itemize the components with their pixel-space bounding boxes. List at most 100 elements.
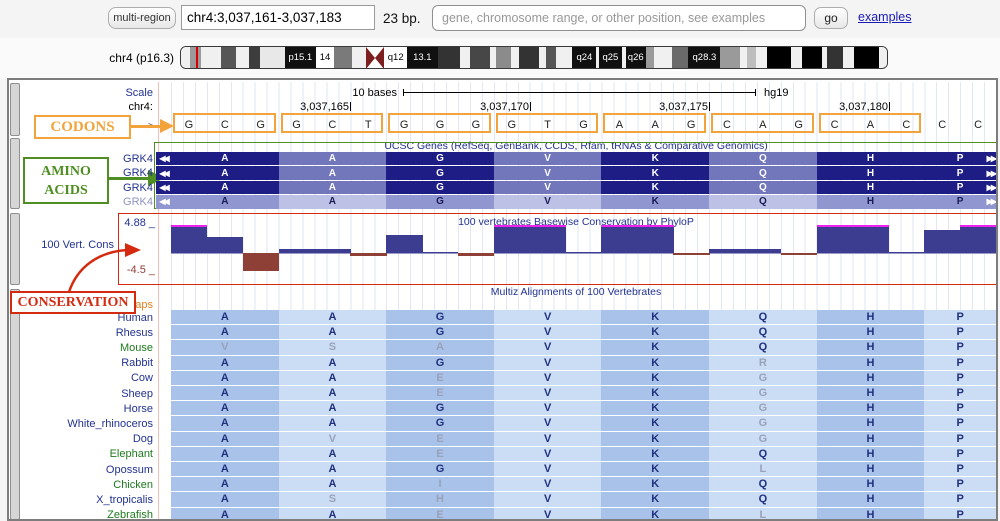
codon-highlight-box xyxy=(281,113,384,133)
species-label: Rhesus xyxy=(9,327,153,339)
position-input[interactable] xyxy=(181,5,375,30)
alignment-amino-acid-cell: P xyxy=(924,477,996,492)
gene-exon-row[interactable]: ◀◀AAGVKQHP▶▶ xyxy=(156,181,996,194)
chromosome-band xyxy=(646,47,654,68)
chromosome-band xyxy=(546,47,557,68)
alignment-amino-acid-cell: V xyxy=(494,477,602,492)
alignment-amino-acid-cell: G xyxy=(709,416,817,431)
conservation-clip-cap xyxy=(494,225,530,228)
alignment-amino-acid-cell: A xyxy=(171,477,279,492)
chromosome-band xyxy=(791,47,802,68)
coordinate-tick xyxy=(350,102,351,111)
chromosome-band-q25: q25 xyxy=(599,47,622,68)
gene-amino-acid-cell: Q xyxy=(709,181,817,194)
multi-region-button[interactable]: multi-region xyxy=(108,7,176,29)
chromosome-band xyxy=(740,47,747,68)
gene-exon-row[interactable]: ◀◀AAGVKQHP▶▶ xyxy=(156,195,996,208)
conservation-bar-positive xyxy=(709,249,745,253)
gene-row-label[interactable]: GRK4 xyxy=(9,153,153,165)
species-alignment-row: AAGVKGHP xyxy=(171,416,996,431)
alignment-amino-acid-cell: Q xyxy=(709,340,817,355)
scale-bar xyxy=(403,89,756,96)
alignment-amino-acid-cell: V xyxy=(494,386,602,401)
alignment-amino-acid-cell: H xyxy=(817,492,925,507)
alignment-amino-acid-cell: H xyxy=(817,416,925,431)
alignment-amino-acid-cell: H xyxy=(817,477,925,492)
gene-amino-acid-cell: V xyxy=(494,181,602,194)
chromosome-ideogram[interactable]: p15.114q1213.1q24q25q26q28.3 xyxy=(180,46,888,69)
species-alignment-row: AAEVKGHP xyxy=(171,386,996,401)
conservation-bar-positive xyxy=(817,227,853,253)
alignment-amino-acid-cell: K xyxy=(601,356,709,371)
conservation-clip-cap xyxy=(817,225,853,228)
gene-amino-acid-cell: V xyxy=(494,166,602,179)
gene-amino-acid-cell: G xyxy=(386,152,494,165)
alignment-amino-acid-cell: P xyxy=(924,432,996,447)
chromosome-band-14: 14 xyxy=(316,47,335,68)
gene-row-label[interactable]: GRK4 xyxy=(9,182,153,194)
chromosome-band xyxy=(181,47,190,68)
alignment-amino-acid-cell: K xyxy=(601,371,709,386)
conservation-baseline xyxy=(171,253,996,254)
alignment-amino-acid-cell: Q xyxy=(709,447,817,462)
gene-row-label[interactable]: GRK4 xyxy=(9,196,153,208)
species-alignment-row: AAGVKQHP xyxy=(171,325,996,340)
alignment-amino-acid-cell: G xyxy=(709,371,817,386)
left-scroll-chevrons-icon: ◀◀ xyxy=(156,181,171,194)
chromosome-band xyxy=(756,47,767,68)
chromosome-band xyxy=(236,47,249,68)
alignment-amino-acid-cell: A xyxy=(171,432,279,447)
gene-amino-acid-cell: H xyxy=(817,152,925,165)
species-label: Human xyxy=(9,312,153,324)
alignment-amino-acid-cell: A xyxy=(171,492,279,507)
gene-row-label[interactable]: GRK4 xyxy=(9,167,153,179)
conservation-bar-positive xyxy=(637,227,673,253)
gene-amino-acid-cell: A xyxy=(171,152,279,165)
chromosome-band xyxy=(334,47,351,68)
gene-exon-row[interactable]: ◀◀AAGVKQHP▶▶ xyxy=(156,152,996,165)
chromosome-band xyxy=(720,47,740,68)
go-button[interactable]: go xyxy=(814,7,848,29)
alignment-amino-acid-cell: A xyxy=(171,401,279,416)
alignment-amino-acid-cell: H xyxy=(817,432,925,447)
examples-link[interactable]: examples xyxy=(858,10,912,24)
alignment-amino-acid-cell: V xyxy=(494,492,602,507)
alignment-amino-acid-cell: V xyxy=(494,401,602,416)
coordinate-label: 3,037,175 xyxy=(622,101,708,113)
alignment-amino-acid-cell: V xyxy=(494,325,602,340)
alignment-amino-acid-cell: Q xyxy=(709,310,817,325)
gene-amino-acid-cell: A xyxy=(279,152,387,165)
alignment-amino-acid-cell: G xyxy=(709,432,817,447)
alignment-amino-acid-cell: P xyxy=(924,401,996,416)
scale-label: Scale xyxy=(9,87,153,99)
species-label: Dog xyxy=(9,433,153,445)
alignment-amino-acid-cell: A xyxy=(171,325,279,340)
chromosome-band xyxy=(470,47,490,68)
chromosome-band xyxy=(352,47,367,68)
codon-highlight-box xyxy=(173,113,276,133)
conservation-clip-cap xyxy=(853,225,889,228)
alignment-amino-acid-cell: A xyxy=(279,310,387,325)
alignment-amino-acid-cell: P xyxy=(924,492,996,507)
search-input[interactable] xyxy=(432,5,806,31)
alignment-amino-acid-cell: K xyxy=(601,432,709,447)
chromosome-band xyxy=(854,47,879,68)
centromere xyxy=(366,47,384,68)
alignment-amino-acid-cell: L xyxy=(709,508,817,521)
alignment-amino-acid-cell: E xyxy=(386,386,494,401)
chromosome-band xyxy=(747,47,756,68)
species-alignment-row: AAGVKQHP xyxy=(171,310,996,325)
gene-amino-acid-cell: G xyxy=(386,166,494,179)
conservation-bar-positive xyxy=(279,249,315,253)
codons-annotation-text: CODONS xyxy=(50,119,114,136)
top-toolbar: multi-region 23 bp. go examples xyxy=(0,0,1000,38)
gene-exon-row[interactable]: ◀◀AAGVKQHP▶▶ xyxy=(156,166,996,179)
alignment-amino-acid-cell: A xyxy=(279,416,387,431)
species-alignment-row: AAIVKQHP xyxy=(171,477,996,492)
alignment-amino-acid-cell: K xyxy=(601,492,709,507)
alignment-amino-acid-cell: P xyxy=(924,416,996,431)
conservation-bar-negative xyxy=(673,253,709,255)
alignment-amino-acid-cell: A xyxy=(279,462,387,477)
gene-amino-acid-cell: P▶▶ xyxy=(924,166,996,179)
alignment-amino-acid-cell: A xyxy=(279,508,387,521)
